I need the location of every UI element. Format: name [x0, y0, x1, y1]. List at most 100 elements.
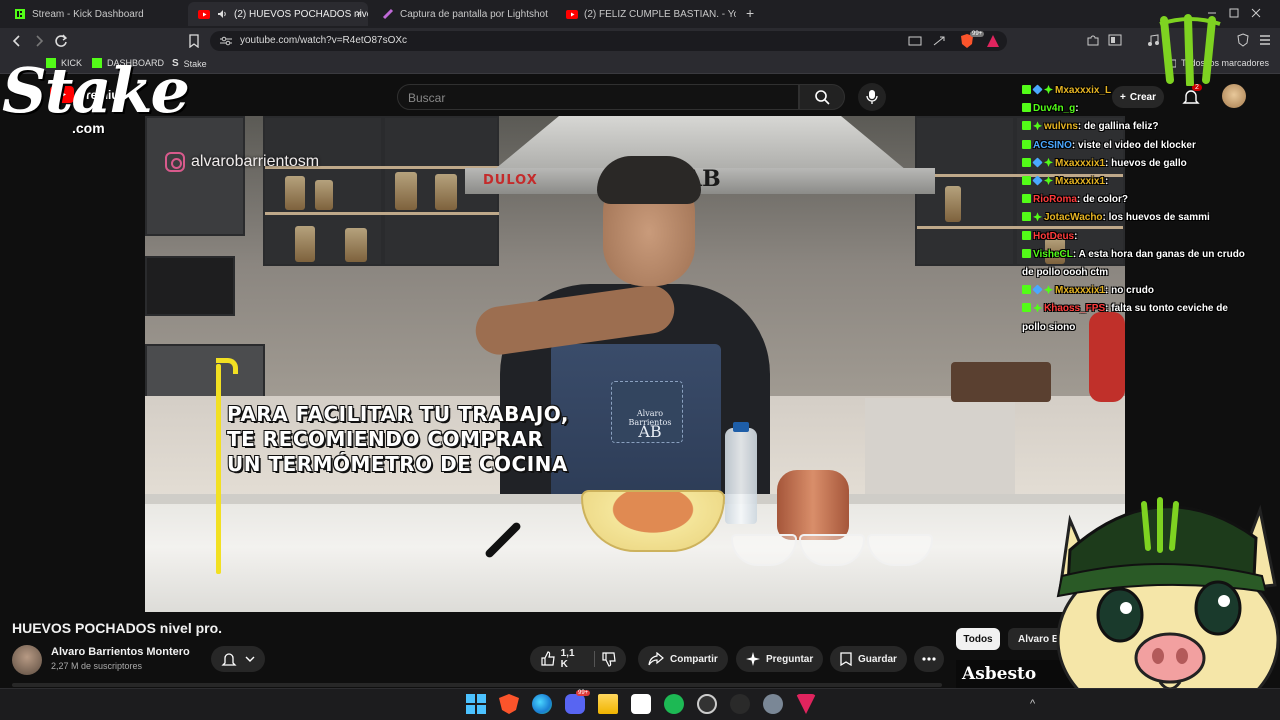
- chat-text: :: [1075, 103, 1079, 115]
- thumbs-up-icon: [541, 651, 555, 666]
- site-settings-icon[interactable]: [220, 36, 232, 46]
- save-button[interactable]: Guardar: [830, 646, 907, 672]
- settings-icon[interactable]: [763, 694, 783, 714]
- diamond-badge-icon: [1032, 157, 1043, 168]
- star-badge-icon: [1033, 121, 1042, 131]
- audio-playing-icon[interactable]: [216, 8, 228, 20]
- kick-badge-icon: [1022, 139, 1031, 149]
- close-tab-icon[interactable]: ×: [356, 8, 362, 20]
- save-label: Guardar: [858, 653, 897, 665]
- app-icon[interactable]: [730, 694, 750, 714]
- tab-lightshot[interactable]: Captura de pantalla por Lightshot: [372, 2, 552, 26]
- back-icon[interactable]: [10, 34, 24, 48]
- bottle-cap: [733, 422, 749, 432]
- tab-label: Captura de pantalla por Lightshot: [400, 8, 548, 20]
- new-tab-button[interactable]: +: [746, 5, 754, 21]
- tab-feliz-cumple[interactable]: (2) FELIZ CUMPLE BASTIAN. - YouTub: [556, 2, 736, 26]
- vpn-icon[interactable]: [1236, 33, 1250, 47]
- subscriber-count: 2,27 M de suscriptores: [51, 661, 143, 671]
- chat-message: HotDeus:: [1022, 228, 1252, 246]
- voice-search-button[interactable]: [858, 83, 886, 111]
- chat-text: :: [1105, 176, 1109, 188]
- subtitle-line: TE RECOMIENDO COMPRAR: [227, 427, 544, 451]
- search-input[interactable]: Buscar: [397, 84, 799, 110]
- jar: [315, 180, 333, 210]
- chip-all[interactable]: Todos: [956, 628, 1000, 650]
- channel-name[interactable]: Alvaro Barrientos Montero: [51, 646, 190, 658]
- capcut-icon[interactable]: [631, 694, 651, 714]
- chat-message: JotacWacho: los huevos de sammi: [1022, 209, 1252, 227]
- ask-button[interactable]: Preguntar: [736, 646, 824, 672]
- chat-username: RioRoma: [1033, 194, 1077, 206]
- chef-hair: [597, 156, 701, 204]
- comment-divider: [12, 683, 942, 687]
- like-button[interactable]: 1,1 K: [530, 646, 626, 672]
- menu-icon[interactable]: [1258, 33, 1272, 47]
- tab-kick-dashboard[interactable]: Stream - Kick Dashboard: [4, 2, 184, 26]
- tray-chevron-icon[interactable]: ^: [1030, 698, 1035, 710]
- chat-username: Khaoss_FPS: [1044, 303, 1106, 315]
- chat-text: : de gallina feliz?: [1077, 121, 1159, 133]
- water-bottle: [725, 428, 757, 524]
- share-label: Compartir: [670, 653, 718, 665]
- like-count: 1,1 K: [560, 648, 575, 670]
- subscription-bell-button[interactable]: [211, 646, 265, 672]
- tab-huevos-pochados[interactable]: (2) HUEVOS POCHADOS nive ×: [188, 2, 368, 26]
- kick-badge-icon: [1022, 303, 1031, 313]
- bookmark-icon: [840, 652, 852, 666]
- jar: [295, 226, 315, 262]
- video-player[interactable]: DULOX AB Alvaro Barrientos AB alvarobarr…: [145, 116, 1125, 612]
- clay-pot: [777, 470, 849, 540]
- bell-icon: [221, 653, 237, 666]
- bookmark-icon[interactable]: [188, 34, 200, 48]
- monster-energy-logo: [1152, 14, 1228, 86]
- share-icon: [648, 652, 664, 666]
- chat-message: Mxaxxxix_L: [1022, 82, 1252, 100]
- discord-icon[interactable]: 99+: [565, 690, 591, 714]
- chat-username: Mxaxxxix_L: [1055, 85, 1112, 96]
- thumbs-down-icon: [602, 652, 616, 667]
- chat-message: wulvns: de gallina feliz?: [1022, 118, 1252, 136]
- folder-icon[interactable]: [598, 694, 618, 714]
- reload-icon[interactable]: [54, 34, 68, 48]
- kick-icon: [14, 8, 26, 20]
- jar: [345, 228, 367, 262]
- cat-mascot-overlay: [1040, 480, 1280, 720]
- windows-start-icon[interactable]: [466, 694, 486, 714]
- address-bar[interactable]: youtube.com/watch?v=R4etO87sOXc 99+: [210, 31, 1007, 51]
- sidebar-icon[interactable]: [1108, 33, 1122, 47]
- chat-username: Mxaxxxix1: [1055, 176, 1106, 188]
- obs-icon[interactable]: [697, 694, 717, 714]
- more-icon: [922, 657, 936, 661]
- more-actions-button[interactable]: [914, 646, 944, 672]
- extensions-icon[interactable]: [1086, 33, 1100, 47]
- kick-badge-icon: [1022, 85, 1031, 94]
- browser-toolbar: youtube.com/watch?v=R4etO87sOXc 99+: [0, 28, 1280, 54]
- star-badge-icon: [1033, 303, 1042, 313]
- discord-badge: 99+: [576, 690, 591, 696]
- url-text: youtube.com/watch?v=R4etO87sOXc: [240, 35, 408, 46]
- edge-icon[interactable]: [532, 694, 552, 714]
- brave-rewards-icon[interactable]: [986, 34, 1000, 48]
- kick-badge-icon: [1022, 103, 1031, 113]
- chat-text: : viste el video del klocker: [1071, 139, 1196, 151]
- chat-message: Mxaxxxix1:: [1022, 173, 1252, 191]
- chat-username: HotDeus: [1033, 230, 1075, 242]
- spotify-icon[interactable]: [664, 694, 684, 714]
- chat-message: VisheCL: A esta hora dan ganas de un cru…: [1022, 246, 1252, 282]
- bread-box: [951, 362, 1051, 402]
- forward-icon[interactable]: [32, 34, 46, 48]
- kick-badge-icon: [1022, 212, 1031, 222]
- kitchen-cabinet: [145, 116, 245, 236]
- channel-avatar[interactable]: [12, 645, 42, 675]
- jar: [285, 176, 305, 210]
- lightshot-icon: [382, 8, 394, 20]
- search-placeholder: Buscar: [408, 91, 446, 105]
- tab-label: Stream - Kick Dashboard: [32, 8, 144, 20]
- share-icon[interactable]: [932, 35, 946, 47]
- chat-message: Khaoss_FPS: falta su tonto ceviche de po…: [1022, 300, 1252, 336]
- search-button[interactable]: [799, 84, 845, 110]
- chat-username: ACSINO: [1033, 139, 1072, 151]
- cast-icon[interactable]: [908, 35, 922, 47]
- share-button[interactable]: Compartir: [638, 646, 728, 672]
